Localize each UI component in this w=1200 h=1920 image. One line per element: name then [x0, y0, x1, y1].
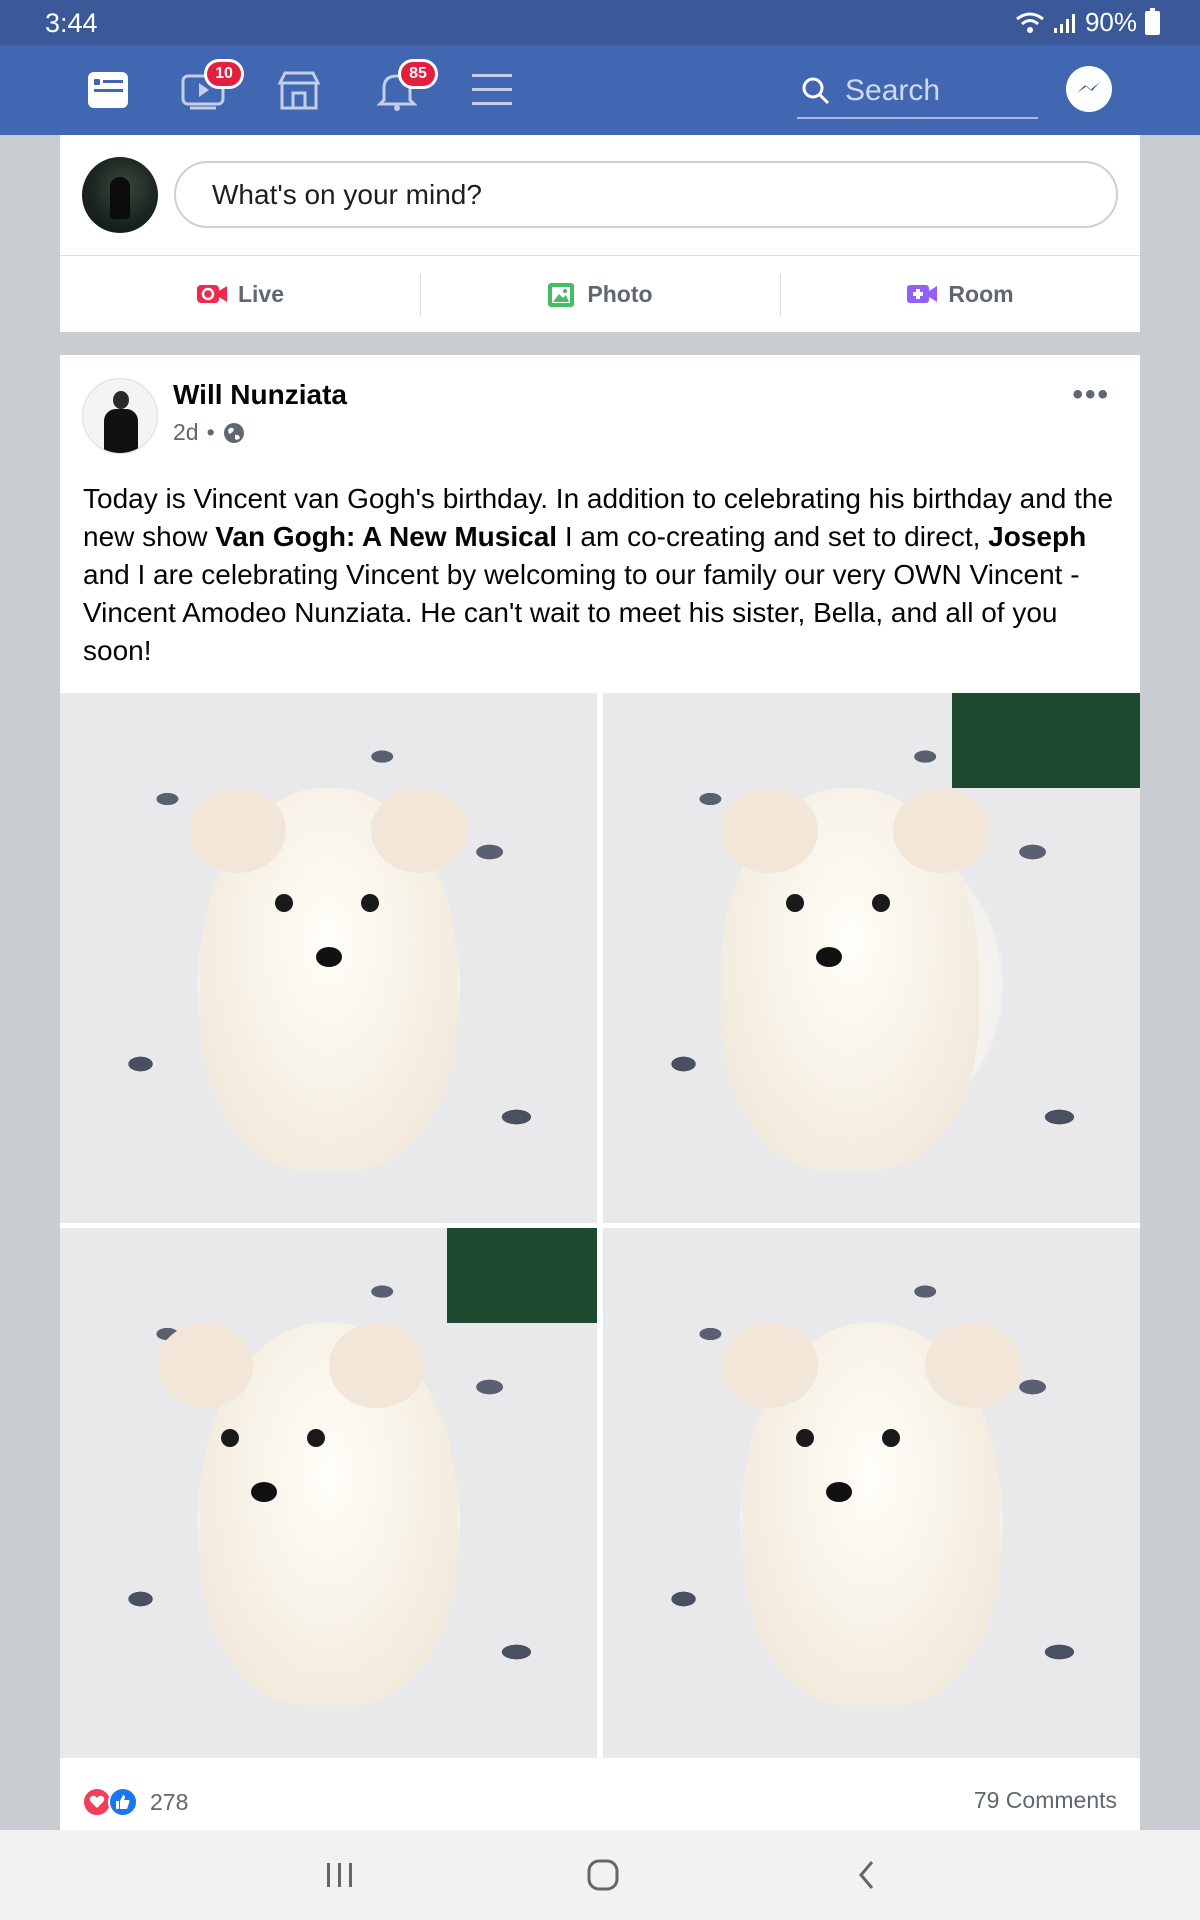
photo-label: Photo: [587, 280, 653, 307]
photo-1[interactable]: [60, 693, 597, 1223]
recent-apps-icon[interactable]: [315, 1855, 365, 1895]
room-video-icon: [907, 285, 938, 303]
back-icon[interactable]: [842, 1855, 892, 1895]
status-bar: 3:44 90%: [0, 0, 1200, 45]
meta-dot: •: [206, 419, 215, 445]
wifi-icon: [1016, 12, 1044, 33]
post-card: Will Nunziata 2d • ••• Today is Vincent …: [60, 355, 1140, 1830]
reaction-count: 278: [150, 1788, 189, 1815]
room-button[interactable]: Room: [780, 256, 1140, 332]
top-nav: 10 85 Search: [0, 45, 1200, 135]
photo-icon: [548, 283, 575, 307]
notifications-badge: 85: [398, 59, 438, 89]
home-icon[interactable]: [578, 1855, 628, 1895]
comments-count[interactable]: 79 Comments: [974, 1787, 1117, 1814]
signal-icon: [1053, 13, 1075, 33]
status-icons: 90%: [1015, 7, 1160, 38]
messenger-icon[interactable]: [1066, 66, 1112, 112]
photo-button[interactable]: Photo: [420, 256, 780, 332]
like-reaction-icon: [108, 1787, 138, 1817]
video-badge: 10: [204, 59, 244, 89]
post-time[interactable]: 2d: [173, 419, 199, 446]
search-icon: [802, 77, 830, 105]
live-button[interactable]: Live: [60, 256, 420, 332]
post-body: Today is Vincent van Gogh's birthday. In…: [83, 480, 1123, 670]
live-video-icon: [196, 285, 227, 303]
photo-4[interactable]: [603, 1228, 1140, 1758]
room-label: Room: [948, 280, 1014, 307]
search-placeholder: Search: [845, 74, 941, 107]
post-text-3: and I are celebrating Vincent by welcomi…: [83, 559, 1080, 666]
post-meta: 2d •: [173, 419, 245, 446]
user-avatar[interactable]: [82, 157, 158, 233]
watch-video-icon[interactable]: 10: [178, 59, 244, 115]
status-input[interactable]: What's on your mind?: [174, 161, 1118, 228]
status-time: 3:44: [45, 8, 98, 38]
composer-card: What's on your mind? Live Photo Room: [60, 135, 1140, 332]
tagged-name[interactable]: Joseph: [988, 521, 1086, 552]
author-name[interactable]: Will Nunziata: [173, 379, 347, 411]
photo-3[interactable]: [60, 1228, 597, 1758]
reactions-summary[interactable]: 278: [82, 1787, 188, 1817]
more-options-icon[interactable]: •••: [1072, 380, 1110, 410]
photo-2[interactable]: [603, 693, 1140, 1223]
composer-actions: Live Photo Room: [60, 256, 1140, 332]
post-text-2: I am co-creating and set to direct,: [557, 521, 989, 552]
live-label: Live: [237, 280, 285, 307]
android-nav-bar: [0, 1830, 1200, 1920]
notifications-bell-icon[interactable]: 85: [372, 59, 438, 115]
author-avatar[interactable]: [82, 378, 158, 454]
show-title: Van Gogh: A New Musical: [215, 521, 558, 552]
news-feed-icon[interactable]: [83, 65, 133, 115]
battery-percent: 90%: [1084, 7, 1137, 37]
globe-icon: [223, 422, 244, 443]
search-input[interactable]: Search: [797, 65, 1038, 119]
menu-icon[interactable]: [467, 65, 517, 115]
battery-icon: [1145, 7, 1160, 35]
marketplace-icon[interactable]: [274, 65, 324, 115]
